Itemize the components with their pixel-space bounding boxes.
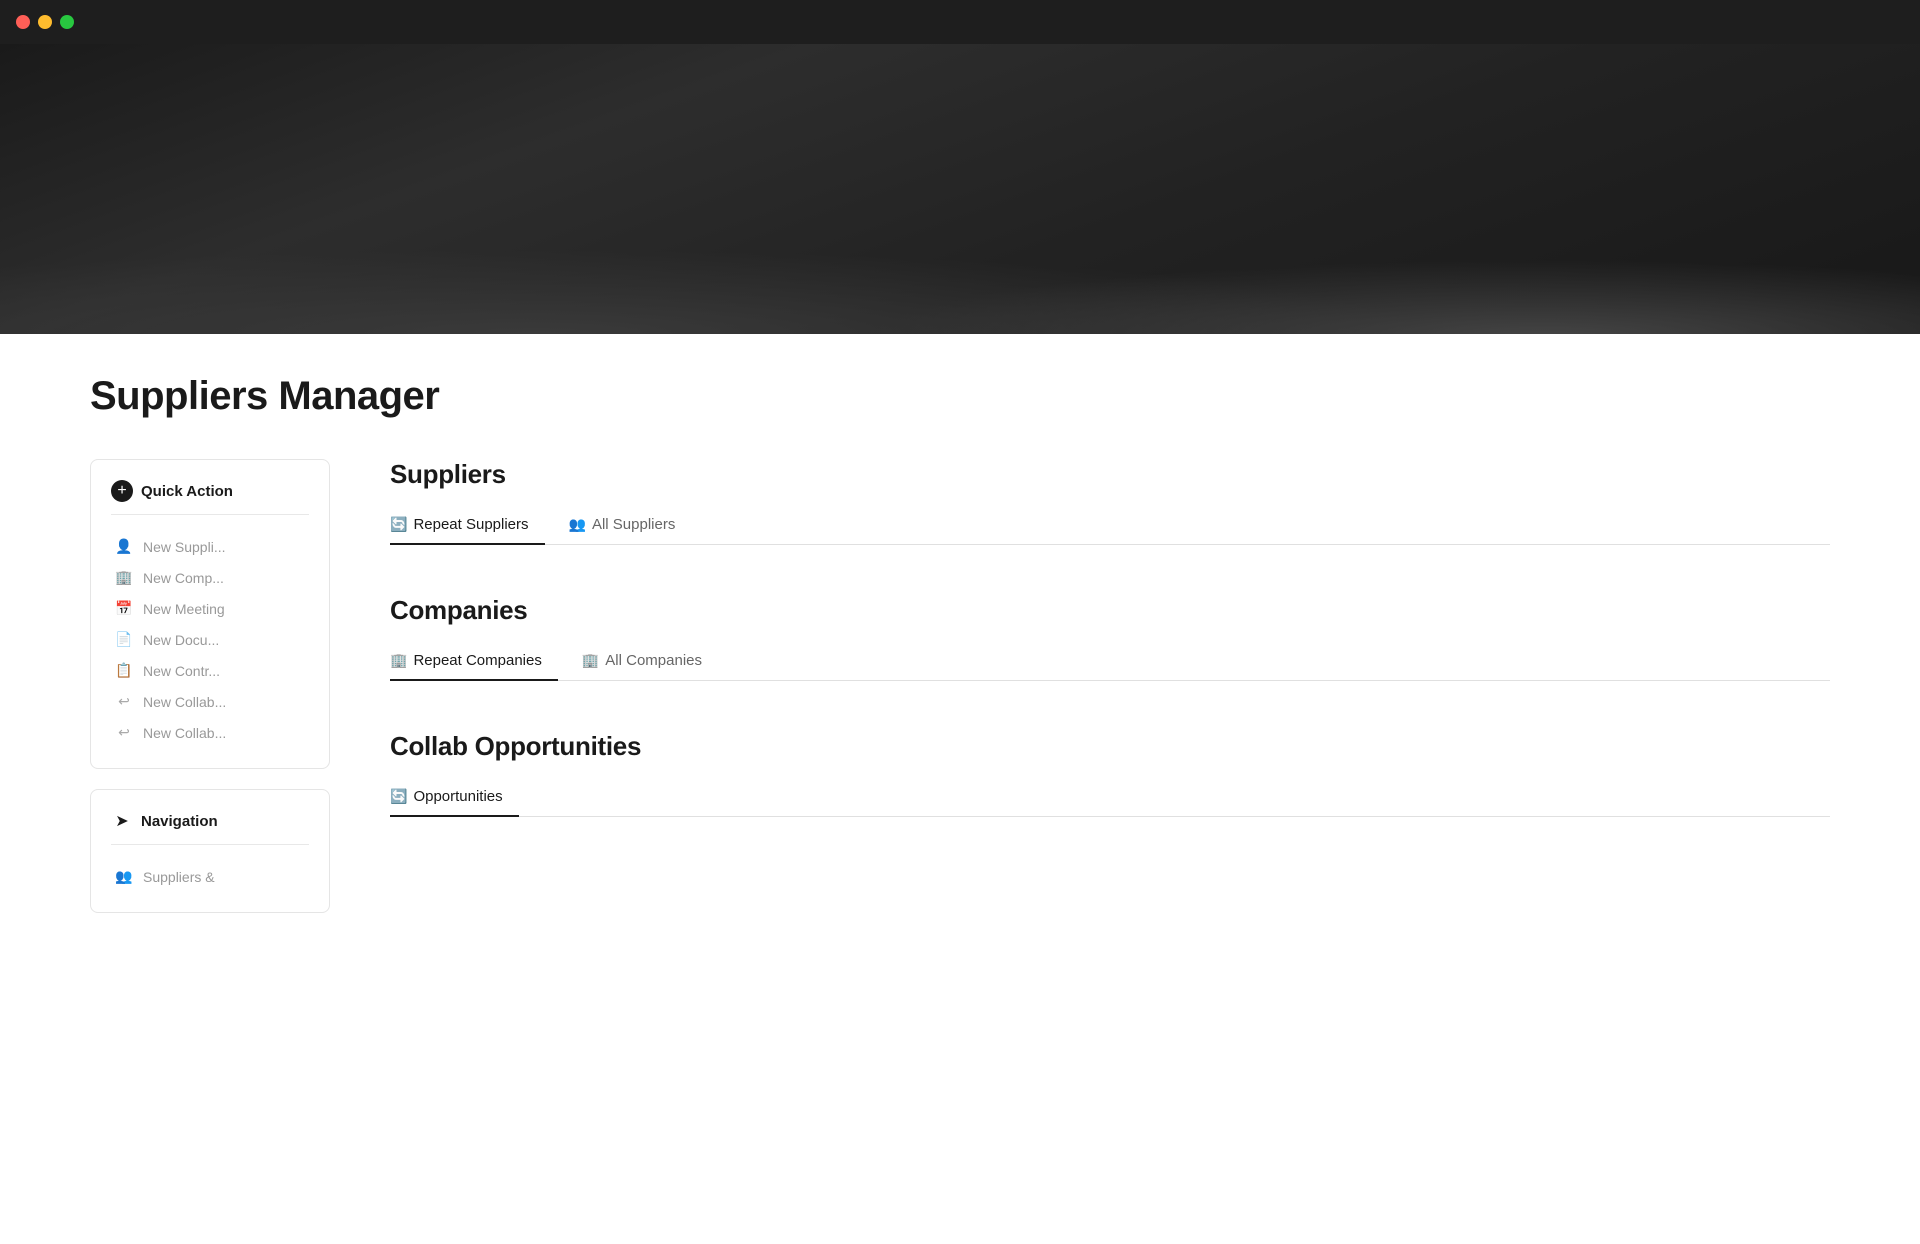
tab-opportunities[interactable]: 🔄 Opportunities (390, 778, 519, 817)
suppliers-nav-icon: 👥 (115, 868, 133, 885)
close-button[interactable] (16, 15, 30, 29)
quick-action-card: + Quick Action 👤 New Suppli... 🏢 New Com… (90, 459, 330, 769)
hero-banner (0, 44, 1920, 334)
navigation-title: Navigation (141, 813, 218, 830)
page-title: Suppliers Manager (90, 374, 1830, 419)
collab-title: Collab Opportunities (390, 731, 1830, 762)
content-layout: + Quick Action 👤 New Suppli... 🏢 New Com… (90, 459, 1830, 933)
sidebar-item-new-document[interactable]: 📄 New Docu... (111, 624, 309, 655)
opportunities-icon: 🔄 (390, 788, 407, 805)
navigation-icon: ➤ (111, 810, 133, 832)
quick-action-header: + Quick Action (111, 480, 309, 515)
new-contract-label: New Contr... (143, 663, 220, 679)
maximize-button[interactable] (60, 15, 74, 29)
building-icon: 🏢 (115, 569, 133, 586)
contract-icon: 📋 (115, 662, 133, 679)
repeat-suppliers-label: Repeat Suppliers (413, 516, 528, 533)
calendar-icon: 📅 (115, 600, 133, 617)
opportunities-label: Opportunities (413, 788, 502, 805)
sidebar-item-new-supplier[interactable]: 👤 New Suppli... (111, 531, 309, 562)
collab-tabs: 🔄 Opportunities (390, 778, 1830, 817)
suppliers-section: Suppliers 🔄 Repeat Suppliers 👥 All Suppl… (390, 459, 1830, 545)
document-icon: 📄 (115, 631, 133, 648)
repeat-companies-icon: 🏢 (390, 652, 407, 669)
new-meeting-label: New Meeting (143, 601, 225, 617)
companies-section: Companies 🏢 Repeat Companies 🏢 All Compa… (390, 595, 1830, 681)
sidebar-item-suppliers-nav[interactable]: 👥 Suppliers & (111, 861, 309, 892)
navigation-header: ➤ Navigation (111, 810, 309, 845)
main-content: Suppliers Manager + Quick Action 👤 New S… (0, 334, 1920, 993)
repeat-suppliers-icon: 🔄 (390, 516, 407, 533)
suppliers-nav-label: Suppliers & (143, 869, 215, 885)
sidebar-item-new-contract[interactable]: 📋 New Contr... (111, 655, 309, 686)
all-companies-icon: 🏢 (582, 652, 599, 669)
new-company-label: New Comp... (143, 570, 224, 586)
right-content: Suppliers 🔄 Repeat Suppliers 👥 All Suppl… (390, 459, 1830, 867)
companies-tabs: 🏢 Repeat Companies 🏢 All Companies (390, 642, 1830, 681)
minimize-button[interactable] (38, 15, 52, 29)
new-supplier-label: New Suppli... (143, 539, 225, 555)
sidebar-item-new-collab1[interactable]: ↩ New Collab... (111, 686, 309, 717)
person-icon: 👤 (115, 538, 133, 555)
collab2-icon: ↩ (115, 724, 133, 741)
tab-all-suppliers[interactable]: 👥 All Suppliers (569, 506, 692, 545)
all-suppliers-label: All Suppliers (592, 516, 675, 533)
all-suppliers-icon: 👥 (569, 516, 586, 533)
suppliers-tabs: 🔄 Repeat Suppliers 👥 All Suppliers (390, 506, 1830, 545)
sidebar: + Quick Action 👤 New Suppli... 🏢 New Com… (90, 459, 330, 933)
repeat-companies-label: Repeat Companies (413, 652, 541, 669)
all-companies-label: All Companies (605, 652, 702, 669)
quick-action-title: Quick Action (141, 483, 233, 500)
plus-icon: + (111, 480, 133, 502)
titlebar (0, 0, 1920, 44)
sidebar-item-new-meeting[interactable]: 📅 New Meeting (111, 593, 309, 624)
new-document-label: New Docu... (143, 632, 219, 648)
collab1-icon: ↩ (115, 693, 133, 710)
navigation-card: ➤ Navigation 👥 Suppliers & (90, 789, 330, 913)
sidebar-item-new-collab2[interactable]: ↩ New Collab... (111, 717, 309, 748)
collab-section: Collab Opportunities 🔄 Opportunities (390, 731, 1830, 817)
tab-repeat-companies[interactable]: 🏢 Repeat Companies (390, 642, 558, 681)
tab-repeat-suppliers[interactable]: 🔄 Repeat Suppliers (390, 506, 545, 545)
new-collab1-label: New Collab... (143, 694, 226, 710)
sidebar-item-new-company[interactable]: 🏢 New Comp... (111, 562, 309, 593)
companies-title: Companies (390, 595, 1830, 626)
tab-all-companies[interactable]: 🏢 All Companies (582, 642, 718, 681)
suppliers-title: Suppliers (390, 459, 1830, 490)
new-collab2-label: New Collab... (143, 725, 226, 741)
